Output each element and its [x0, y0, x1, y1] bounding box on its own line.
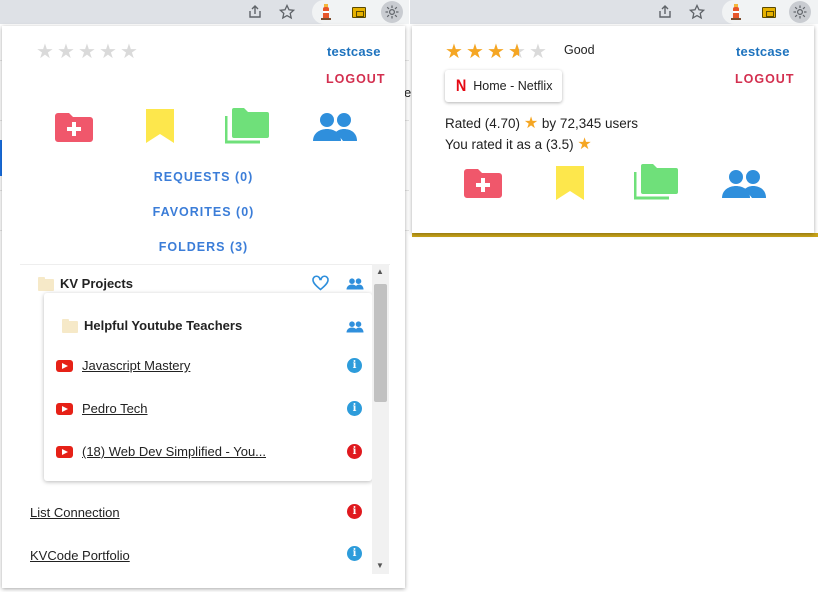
rating-star[interactable]: ★: [445, 41, 463, 61]
site-rating-summary: Rated (4.70) ★ by 72,345 users: [445, 113, 638, 132]
rating-star[interactable]: ★: [466, 41, 484, 61]
background-text: e: [404, 85, 412, 100]
extension-popup-folders: ★ ★ ★ ★ ★ testcase LOGOUT REQUESTS (0) F…: [2, 26, 405, 588]
info-icon[interactable]: i: [347, 546, 362, 561]
rated-suffix: by 72,345 users: [541, 116, 638, 131]
scroll-up-icon[interactable]: ▲: [376, 267, 384, 276]
rating-star[interactable]: ★: [487, 41, 505, 61]
star-icon[interactable]: [686, 1, 708, 23]
add-folder-icon[interactable]: [462, 166, 504, 205]
users-icon[interactable]: [312, 112, 358, 147]
browser-toolbar-left: [0, 0, 409, 24]
bookmark-icon[interactable]: [145, 108, 175, 149]
rating-star[interactable]: ★: [78, 41, 96, 61]
star-icon: ★: [577, 134, 592, 153]
folder-extension-icon[interactable]: [348, 1, 370, 23]
background-image-strip: [412, 233, 818, 237]
scrollbar[interactable]: ▲ ▼: [372, 264, 389, 574]
scrollbar-thumb[interactable]: [374, 284, 387, 402]
bookmark-link[interactable]: Javascript Mastery: [82, 358, 190, 373]
rating-label: Good: [564, 43, 595, 57]
rating-star[interactable]: ★: [120, 41, 138, 61]
username-link[interactable]: testcase: [736, 44, 790, 59]
share-icon[interactable]: [654, 1, 676, 23]
lighthouse-extension-icon[interactable]: [315, 1, 337, 23]
site-chip[interactable]: N Home - Netflix: [445, 70, 563, 102]
youtube-icon: [56, 403, 73, 415]
folder-icon: [38, 277, 54, 291]
users-icon[interactable]: [346, 320, 364, 338]
user-rating-summary: You rated it as a (3.5) ★: [445, 134, 592, 153]
bookmark-link[interactable]: (18) Web Dev Simplified - You...: [82, 444, 266, 459]
settings-extension-icon[interactable]: [381, 1, 403, 23]
folder-extension-icon[interactable]: [758, 1, 780, 23]
lighthouse-extension-icon[interactable]: [725, 1, 747, 23]
bookmark-icon[interactable]: [555, 165, 585, 206]
logout-button[interactable]: LOGOUT: [326, 72, 385, 86]
settings-extension-icon[interactable]: [789, 1, 811, 23]
logout-button[interactable]: LOGOUT: [735, 72, 794, 86]
folder-title-kv-projects[interactable]: KV Projects: [60, 276, 133, 291]
subfolder-card: Helpful Youtube Teachers Javascript Mast…: [44, 293, 372, 481]
folder-icon: [62, 319, 78, 333]
rating-star[interactable]: ★: [99, 41, 117, 61]
users-icon[interactable]: [721, 169, 767, 204]
share-icon[interactable]: [244, 1, 266, 23]
bookmark-link[interactable]: Pedro Tech: [82, 401, 148, 416]
extension-popup-site-rating: ★ ★ ★ ★ ★ ★ Good testcase LOGOUT N Home -…: [412, 26, 814, 233]
netflix-logo-icon: N: [455, 76, 467, 95]
bookmark-link[interactable]: KVCode Portfolio: [30, 548, 130, 563]
rating-star[interactable]: ★: [57, 41, 75, 61]
browser-toolbar-right: [410, 0, 818, 24]
rating-star[interactable]: ★: [529, 41, 547, 61]
scroll-down-icon[interactable]: ▼: [376, 561, 384, 570]
info-icon[interactable]: i: [347, 401, 362, 416]
star-icon[interactable]: [276, 1, 298, 23]
favorites-link[interactable]: FAVORITES (0): [2, 205, 405, 219]
add-folder-icon[interactable]: [53, 110, 95, 149]
you-rated-text: You rated it as a (3.5): [445, 137, 574, 152]
folders-link[interactable]: FOLDERS (3): [2, 240, 405, 254]
rating-star-half[interactable]: ★ ★: [508, 41, 528, 63]
star-icon: ★: [523, 113, 539, 132]
info-icon[interactable]: i: [347, 358, 362, 373]
requests-link[interactable]: REQUESTS (0): [2, 170, 405, 184]
youtube-icon: [56, 446, 73, 458]
username-link[interactable]: testcase: [327, 44, 381, 59]
folders-icon[interactable]: [633, 162, 680, 207]
youtube-icon: [56, 360, 73, 372]
info-icon[interactable]: i: [347, 444, 362, 459]
rated-prefix: Rated (4.70): [445, 116, 521, 131]
folder-title-helpful-youtube-teachers[interactable]: Helpful Youtube Teachers: [84, 318, 242, 333]
rating-star[interactable]: ★: [36, 41, 54, 61]
info-icon[interactable]: i: [347, 504, 362, 519]
folder-tree: KV Projects Helpful Youtube Teachers Jav…: [20, 264, 390, 574]
bookmark-link[interactable]: List Connection: [30, 505, 120, 520]
site-chip-label: Home - Netflix: [473, 79, 553, 93]
folders-icon[interactable]: [224, 106, 271, 151]
